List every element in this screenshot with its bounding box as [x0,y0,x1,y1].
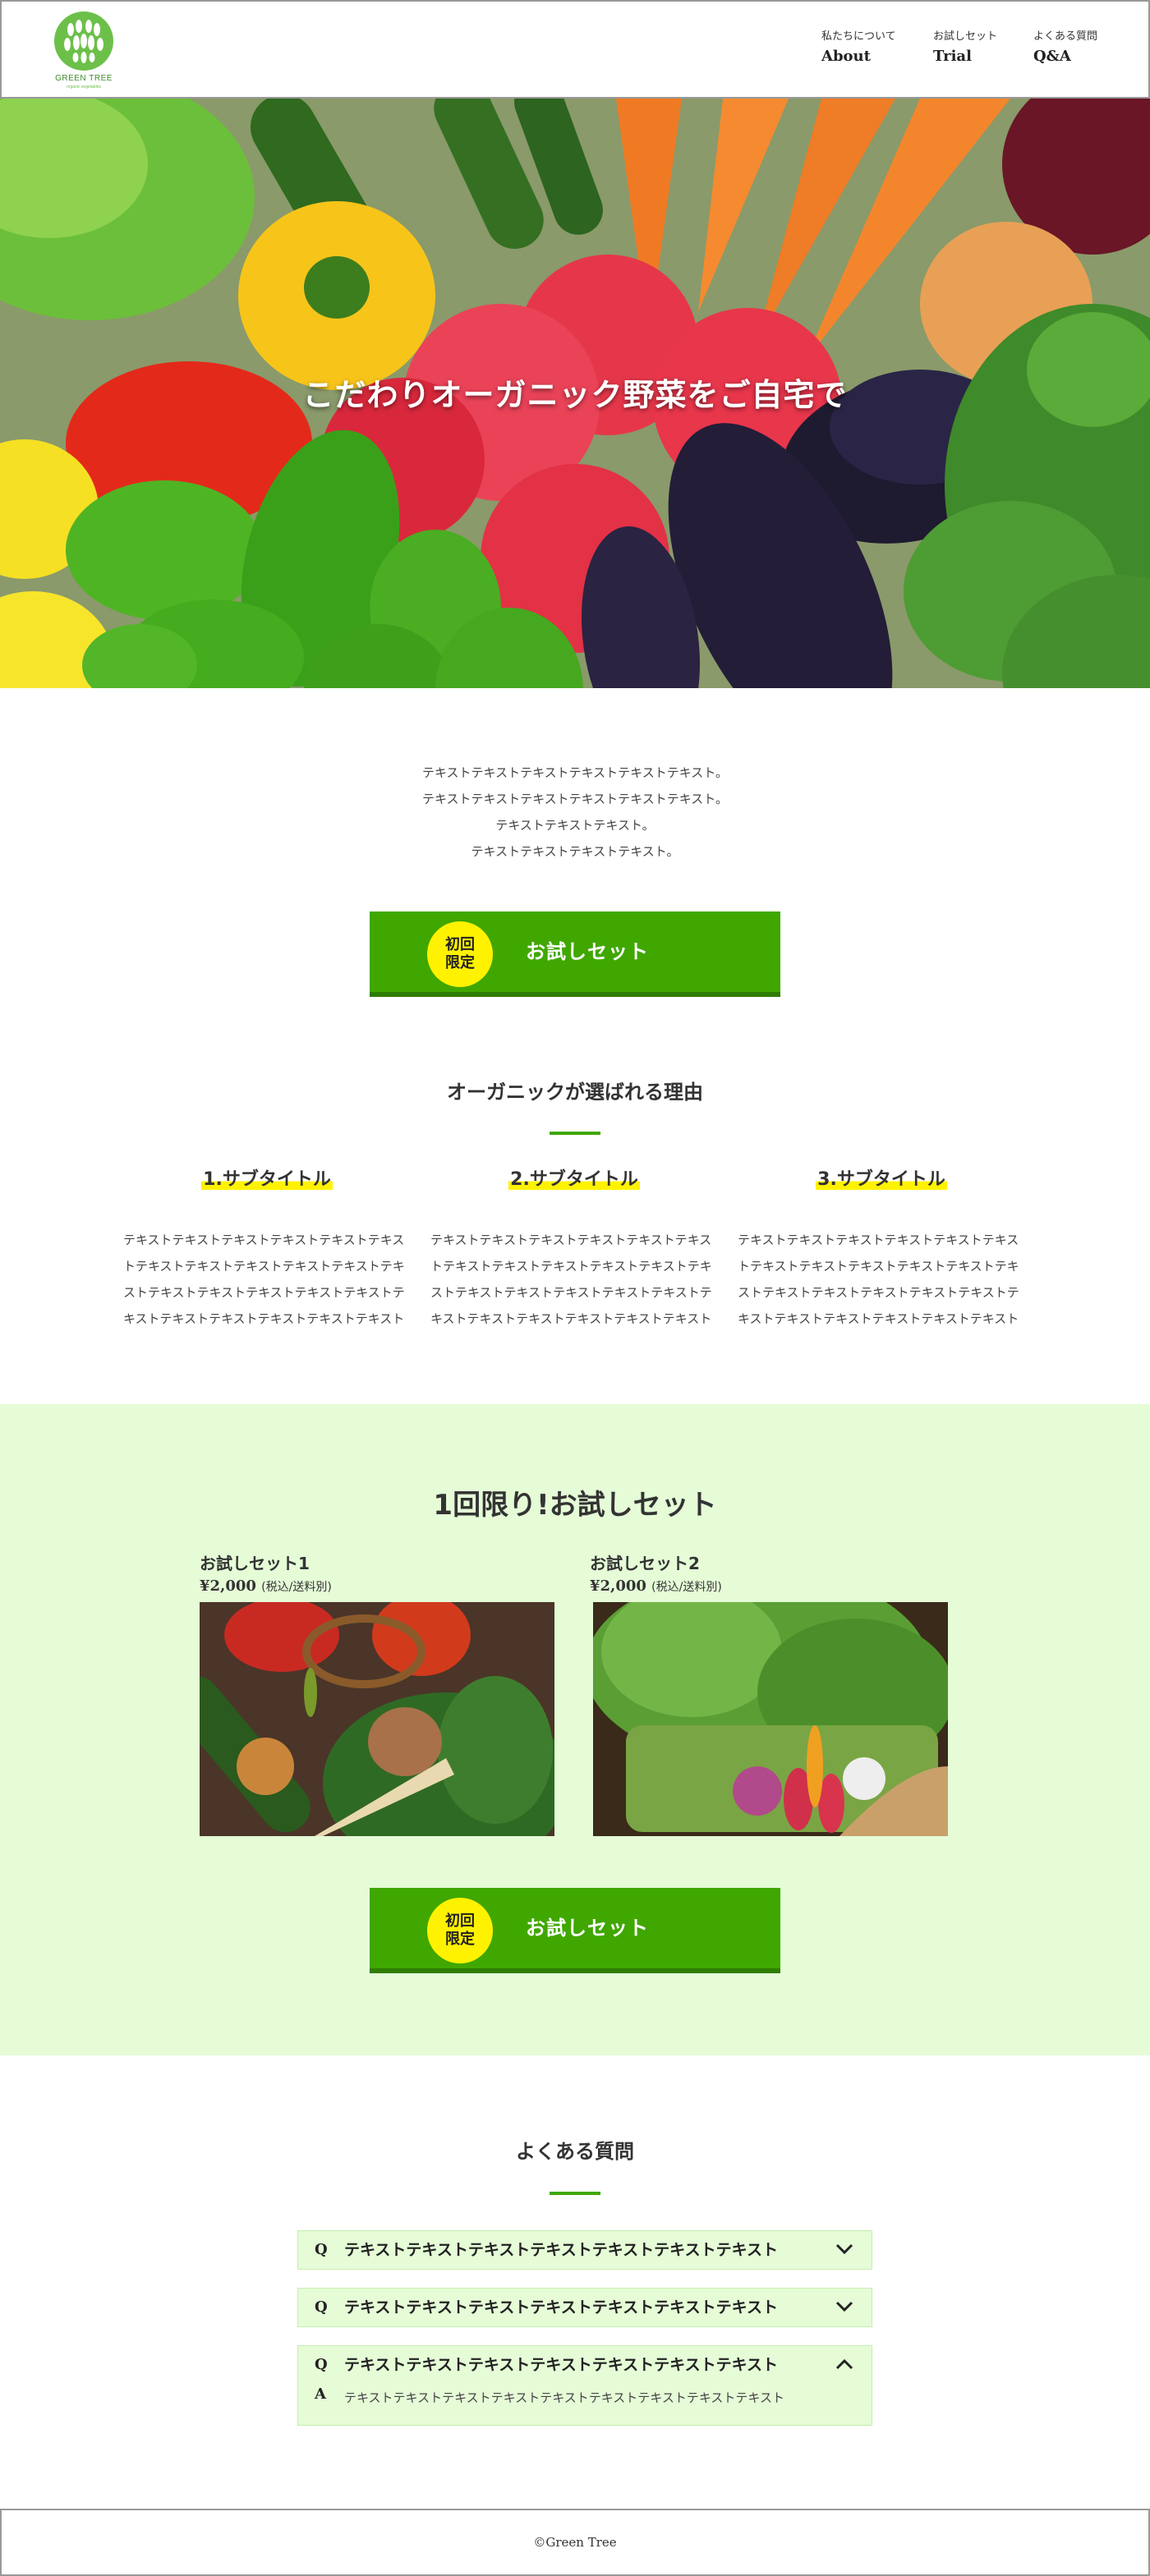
trial-cta-button[interactable]: 初回 限定 お試しセット [370,1888,780,1973]
q-mark: Q [315,2298,328,2316]
title-underline [550,2192,600,2195]
reason-title: 2.サブタイトル [508,1169,640,1190]
set-price: ¥2,000 (税込/送料別) [200,1575,554,1599]
copyright: ©Green Tree [533,2535,617,2550]
trial-cta-button[interactable]: 初回 限定 お試しセット [370,911,780,997]
reason-title: 1.サブタイトル [201,1169,333,1190]
intro-text: テキストテキストテキストテキストテキストテキスト。 テキストテキストテキストテキ… [0,760,1150,865]
badge-line: 初回 [445,1912,475,1930]
nav-trial-en: Trial [933,48,972,65]
nav-trial-jp: お試しセット [933,30,998,43]
faq-question-row[interactable]: Q テキストテキストテキストテキストテキストテキストテキスト [298,2346,872,2384]
reason-text: テキストテキストテキストテキストテキストテキストテキストテキストテキストテキスト… [123,1233,405,1326]
faq-question: テキストテキストテキストテキストテキストテキストテキスト [344,2356,779,2374]
badge-line: 限定 [445,1931,475,1948]
intro-line: テキストテキストテキストテキストテキストテキスト。 [421,765,728,780]
logo[interactable]: GREEN TREE organic vegetables [49,11,118,90]
first-time-badge: 初回 限定 [427,921,493,987]
logo-name: GREEN TREE [55,74,113,83]
site-footer: ©Green Tree [0,2509,1150,2576]
nav-qa-jp: よくある質問 [1033,30,1098,43]
trial-title: 1回限り!お試しセット [433,1489,717,1522]
faq-answer-row: A テキストテキストテキストテキストテキストテキストテキストテキストテキスト [298,2384,872,2425]
q-mark: Q [315,2356,328,2373]
leaf-tree-logo-icon [54,11,113,71]
badge-line: 限定 [445,954,475,971]
nav-about-jp: 私たちについて [821,30,896,43]
price-note: (税込/送料別) [261,1581,332,1594]
faq-question: テキストテキストテキストテキストテキストテキストテキスト [344,2241,779,2259]
cta-label: お試しセット [526,1917,649,1940]
nav-qa-en: Q&A [1033,48,1071,65]
faq-question: テキストテキストテキストテキストテキストテキストテキスト [344,2298,779,2317]
chevron-down-icon[interactable] [835,2301,853,2312]
reason-item: 1.サブタイトル テキストテキストテキストテキストテキストテキストテキストテキス… [123,1164,411,1332]
price-value: ¥2,000 [590,1577,646,1595]
chevron-up-icon[interactable] [835,2358,853,2370]
faq-item[interactable]: Q テキストテキストテキストテキストテキストテキストテキスト [297,2288,872,2327]
faq-question-row[interactable]: Q テキストテキストテキストテキストテキストテキストテキスト [298,2231,872,2269]
set-price: ¥2,000 (税込/送料別) [590,1575,945,1599]
set-name: お試しセット1 [200,1554,310,1573]
set-photo [200,1602,554,1836]
hero-headline: こだわりオーガニック野菜をご自宅で [302,377,848,413]
set-photo [593,1602,948,1836]
q-mark: Q [315,2241,328,2258]
faq-item-expanded[interactable]: Q テキストテキストテキストテキストテキストテキストテキスト A テキストテキス… [297,2345,872,2426]
trial-set-card[interactable]: お試しセット2 ¥2,000 (税込/送料別) [590,1552,948,1836]
reason-item: 3.サブタイトル テキストテキストテキストテキストテキストテキストテキストテキス… [738,1164,1025,1332]
hero-banner: こだわりオーガニック野菜をご自宅で [0,99,1150,688]
intro-line: テキストテキストテキストテキストテキストテキスト。 [421,792,728,806]
reason-text: テキストテキストテキストテキストテキストテキストテキストテキストテキストテキスト… [738,1233,1019,1326]
reason-text: テキストテキストテキストテキストテキストテキストテキストテキストテキストテキスト… [430,1233,712,1326]
faq-title: よくある質問 [516,2140,634,2163]
a-mark: A [315,2385,326,2403]
reasons-title: オーガニックが選ばれる理由 [447,1081,703,1104]
nav-trial[interactable]: お試しセット Trial [933,30,997,67]
reason-title: 3.サブタイトル [816,1169,947,1190]
nav-about-en: About [821,48,871,65]
trial-set-card[interactable]: お試しセット1 ¥2,000 (税込/送料別) [200,1552,554,1836]
first-time-badge: 初回 限定 [427,1898,493,1963]
faq-question-row[interactable]: Q テキストテキストテキストテキストテキストテキストテキスト [298,2289,872,2326]
badge-line: 初回 [445,936,475,953]
faq-item[interactable]: Q テキストテキストテキストテキストテキストテキストテキスト [297,2230,872,2270]
title-underline [550,1132,600,1135]
nav-qa[interactable]: よくある質問 Q&A [1033,30,1097,67]
faq-answer: テキストテキストテキストテキストテキストテキストテキストテキストテキスト [344,2390,784,2405]
intro-line: テキストテキストテキスト。 [495,818,655,833]
intro-line: テキストテキストテキストテキスト。 [471,844,679,859]
chevron-down-icon[interactable] [835,2243,853,2255]
site-header: GREEN TREE organic vegetables 私たちについて Ab… [0,0,1150,99]
logo-tagline: organic vegetables [67,85,101,90]
set-name: お試しセット2 [590,1554,700,1573]
reason-item: 2.サブタイトル テキストテキストテキストテキストテキストテキストテキストテキス… [430,1164,718,1332]
price-value: ¥2,000 [200,1577,256,1595]
nav-about[interactable]: 私たちについて About [821,30,896,67]
cta-label: お試しセット [526,940,649,963]
price-note: (税込/送料別) [651,1581,722,1594]
